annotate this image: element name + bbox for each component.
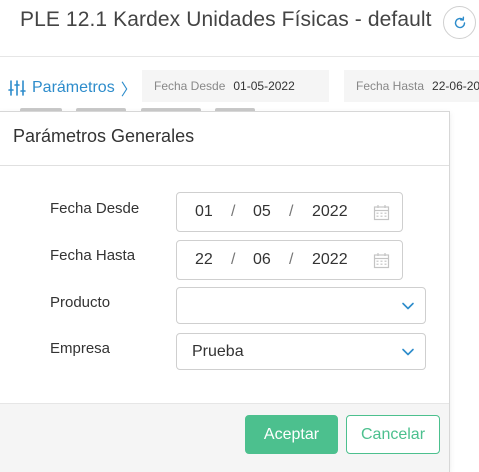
empresa-label: Empresa <box>50 340 111 357</box>
parameters-label: Parámetros <box>32 79 115 96</box>
parameters-dialog: Parámetros Generales Fecha Desde 01 / 05… <box>0 111 450 472</box>
cancel-button[interactable]: Cancelar <box>346 415 440 454</box>
empresa-select[interactable]: Prueba <box>176 333 426 370</box>
page-title: PLE 12.1 Kardex Unidades Físicas - defau… <box>20 8 432 31</box>
dialog-header-divider <box>0 165 449 166</box>
chip-label: Fecha Desde <box>154 79 226 93</box>
date-separator: / <box>289 203 294 220</box>
empresa-value: Prueba <box>192 343 244 360</box>
sliders-icon <box>8 80 26 96</box>
date-separator: / <box>231 251 236 268</box>
date-separator: / <box>231 203 236 220</box>
year-segment[interactable]: 2022 <box>312 251 348 269</box>
day-segment[interactable]: 01 <box>195 203 213 221</box>
accept-button[interactable]: Aceptar <box>245 415 338 454</box>
parameters-toggle[interactable]: Parámetros 〉 <box>8 76 137 100</box>
dialog-footer: Aceptar Cancelar <box>0 403 449 472</box>
fecha-hasta-input[interactable]: 22 / 06 / 2022 <box>176 240 403 280</box>
page: PLE 12.1 Kardex Unidades Físicas - defau… <box>0 0 479 472</box>
filter-chip-fecha-hasta[interactable]: Fecha Hasta 22-06-20 <box>344 70 479 102</box>
chip-label: Fecha Hasta <box>356 79 425 93</box>
refresh-button[interactable] <box>443 6 476 39</box>
chip-value: 01-05-2022 <box>233 79 295 93</box>
fecha-hasta-label: Fecha Hasta <box>50 247 136 264</box>
chevron-right-icon: 〉 <box>120 82 137 99</box>
fecha-desde-label: Fecha Desde <box>50 200 140 217</box>
chip-value: 22-06-20 <box>432 79 479 93</box>
dialog-title: Parámetros Generales <box>13 126 195 146</box>
calendar-icon[interactable] <box>373 204 390 221</box>
chevron-down-icon <box>402 302 414 310</box>
day-segment[interactable]: 22 <box>195 251 213 269</box>
year-segment[interactable]: 2022 <box>312 203 348 221</box>
month-segment[interactable]: 06 <box>253 251 271 269</box>
fecha-desde-input[interactable]: 01 / 05 / 2022 <box>176 192 403 232</box>
producto-label: Producto <box>50 294 111 311</box>
producto-select[interactable] <box>176 287 426 324</box>
chevron-down-icon <box>402 348 414 356</box>
filter-bar: Parámetros 〉 Fecha Desde 01-05-2022 Fech… <box>0 70 479 104</box>
refresh-icon <box>454 16 465 28</box>
date-separator: / <box>289 251 294 268</box>
calendar-icon[interactable] <box>373 252 390 269</box>
filter-chip-fecha-desde[interactable]: Fecha Desde 01-05-2022 <box>142 70 329 102</box>
month-segment[interactable]: 05 <box>253 203 271 221</box>
header-divider <box>0 56 479 57</box>
